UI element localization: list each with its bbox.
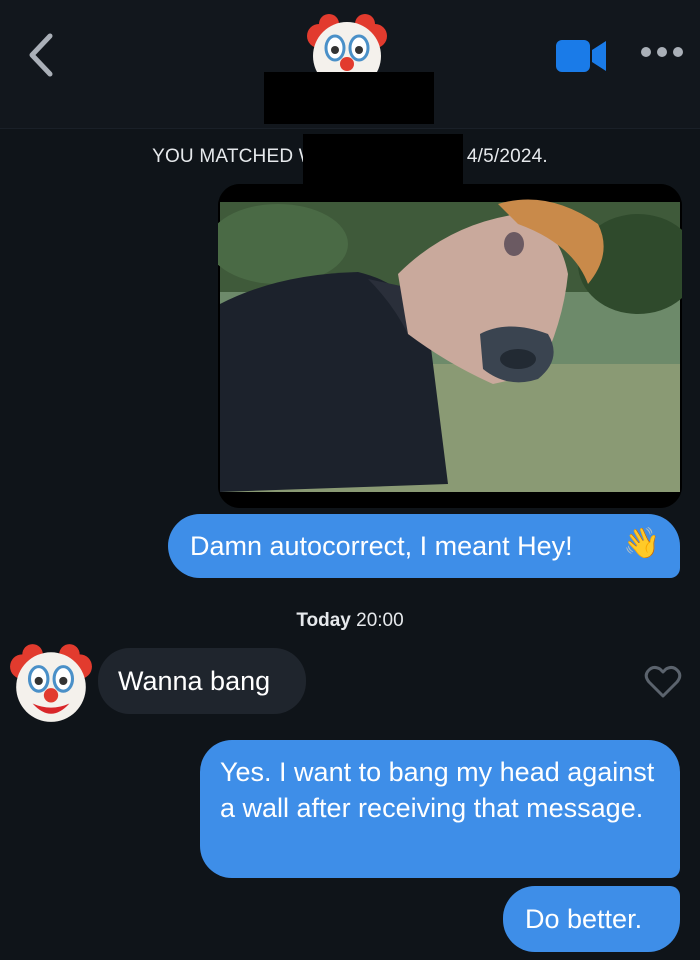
back-button[interactable] <box>22 30 62 80</box>
message-bubble-outgoing[interactable]: Damn autocorrect, I meant Hey! 👋 <box>168 514 680 578</box>
horse-mask-photo <box>218 184 682 508</box>
horse-mask-image-message[interactable] <box>218 184 682 508</box>
video-call-button[interactable] <box>556 38 606 74</box>
more-dots-icon <box>641 47 683 57</box>
message-bubble-outgoing[interactable]: Yes. I want to bang my head against a wa… <box>200 740 680 878</box>
redacted-name-block <box>264 72 434 124</box>
clown-face-icon <box>10 644 92 722</box>
timestamp-time: 20:00 <box>356 610 404 631</box>
waving-hand-emoji: 👋 <box>623 527 661 560</box>
message-text: Wanna bang <box>118 666 271 696</box>
chat-header <box>0 0 700 129</box>
more-options-button[interactable] <box>640 44 684 60</box>
message-bubble-outgoing[interactable]: Do better. <box>503 886 680 952</box>
message-text: Yes. I want to bang my head against a wa… <box>220 757 655 823</box>
match-banner-date: 4/5/2024. <box>466 146 548 167</box>
video-camera-icon <box>556 40 606 72</box>
message-text: Damn autocorrect, I meant Hey! <box>190 531 573 561</box>
message-text: Do better. <box>525 904 643 934</box>
chat-timestamp: Today 20:00 <box>0 610 700 632</box>
match-banner-prefix: YOU MATCHED W <box>152 146 317 167</box>
chat-screen: YOU MATCHED W 4/5/2024. Damn autocorrect,… <box>0 0 700 960</box>
timestamp-day: Today <box>296 610 351 631</box>
chevron-left-icon <box>29 33 53 77</box>
like-message-button[interactable] <box>644 664 682 700</box>
heart-outline-icon <box>644 665 682 698</box>
message-bubble-incoming[interactable]: Wanna bang <box>98 648 306 714</box>
sender-avatar[interactable] <box>8 640 94 726</box>
